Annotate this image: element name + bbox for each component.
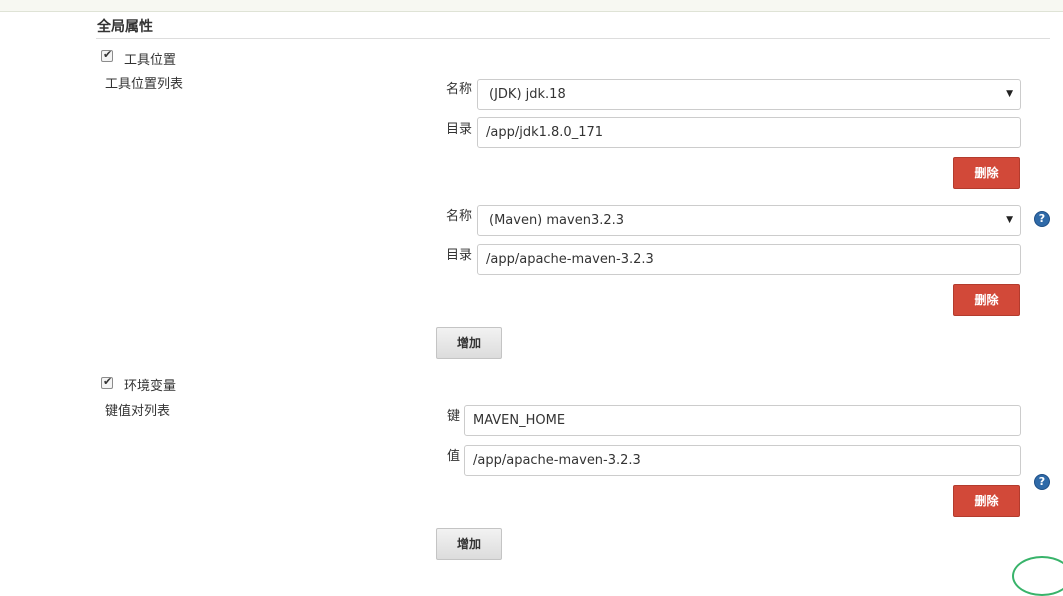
section-title: 全局属性 <box>97 19 153 35</box>
maven-dir-input[interactable]: /app/apache-maven-3.2.3 <box>477 244 1021 275</box>
env-vars-checkbox[interactable] <box>101 375 113 389</box>
help-icon[interactable]: ? <box>1034 211 1050 227</box>
tool-locations-checkbox-label[interactable]: 工具位置 <box>124 49 176 68</box>
env-key-label: 键 <box>447 409 461 424</box>
floating-badge[interactable] <box>1012 556 1063 596</box>
maven-name-value: (Maven) maven3.2.3 <box>489 213 625 228</box>
jdk-dir-input[interactable]: /app/jdk1.8.0_171 <box>477 117 1021 148</box>
delete-jdk-button[interactable]: 删除 <box>953 157 1020 189</box>
jdk-name-label: 名称 <box>446 82 473 97</box>
jdk-name-value: (JDK) jdk.18 <box>489 87 566 102</box>
delete-maven-button[interactable]: 删除 <box>953 284 1020 316</box>
add-tool-location-button[interactable]: 增加 <box>436 327 502 359</box>
help-icon[interactable]: ? <box>1034 474 1050 490</box>
tool-locations-checkbox[interactable] <box>101 48 113 62</box>
maven-name-select[interactable]: (Maven) maven3.2.3 ▼ <box>477 205 1021 236</box>
env-value-label: 值 <box>447 449 461 464</box>
maven-dir-label: 目录 <box>446 248 473 263</box>
chevron-down-icon: ▼ <box>1006 89 1013 99</box>
chevron-down-icon: ▼ <box>1006 215 1013 225</box>
top-bar <box>0 0 1063 12</box>
tool-locations-list-label: 工具位置列表 <box>105 77 184 92</box>
add-env-var-button[interactable]: 增加 <box>436 528 502 560</box>
maven-name-label: 名称 <box>446 209 473 224</box>
jdk-dir-label: 目录 <box>446 122 473 137</box>
delete-env-var-button[interactable]: 删除 <box>953 485 1020 517</box>
env-vars-checkbox-label[interactable]: 环境变量 <box>124 375 176 394</box>
section-divider <box>96 38 1050 39</box>
env-vars-list-label: 键值对列表 <box>105 404 171 419</box>
env-key-input[interactable]: MAVEN_HOME <box>464 405 1021 436</box>
env-value-input[interactable]: /app/apache-maven-3.2.3 <box>464 445 1021 476</box>
jdk-name-select[interactable]: (JDK) jdk.18 ▼ <box>477 79 1021 110</box>
